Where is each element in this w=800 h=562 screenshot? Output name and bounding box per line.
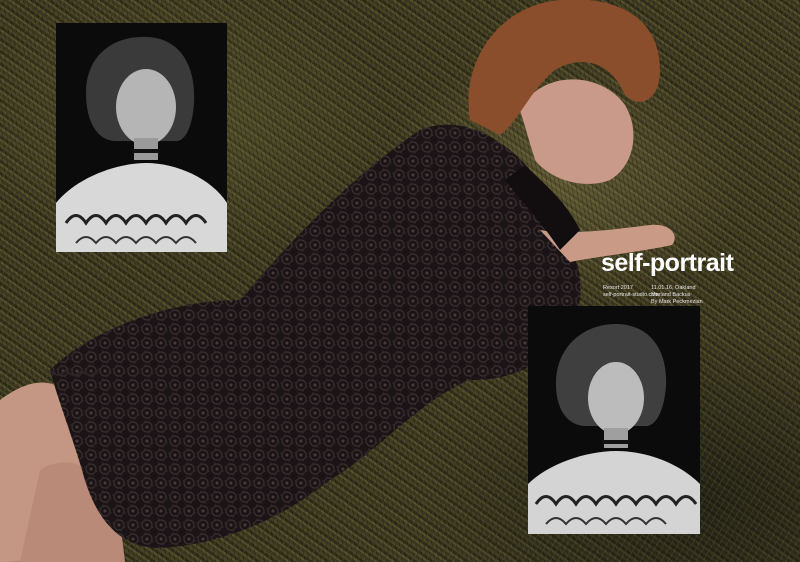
bw-portrait-bottom <box>528 306 700 534</box>
choker <box>132 149 160 153</box>
portrait-neck <box>604 428 628 448</box>
campaign-photo: self-portrait Resort 2017 self-portrait-… <box>0 0 800 562</box>
portrait-face <box>116 69 176 145</box>
portrait-inset-top <box>56 23 227 252</box>
photographer-credit: By Mark Peckmezian <box>651 299 703 305</box>
model-face <box>520 79 634 184</box>
meta-right: 11.01.16, Oakland Marland Backus By Mark… <box>651 285 703 306</box>
brand-wordmark: self-portrait <box>601 249 734 277</box>
choker <box>602 440 630 444</box>
portrait-face <box>588 362 644 434</box>
date-location-label: 11.01.16, Oakland <box>651 285 696 291</box>
model-credit: Marland Backus <box>651 292 691 298</box>
portrait-inset-bottom <box>528 306 700 534</box>
bw-portrait-top <box>56 23 227 252</box>
